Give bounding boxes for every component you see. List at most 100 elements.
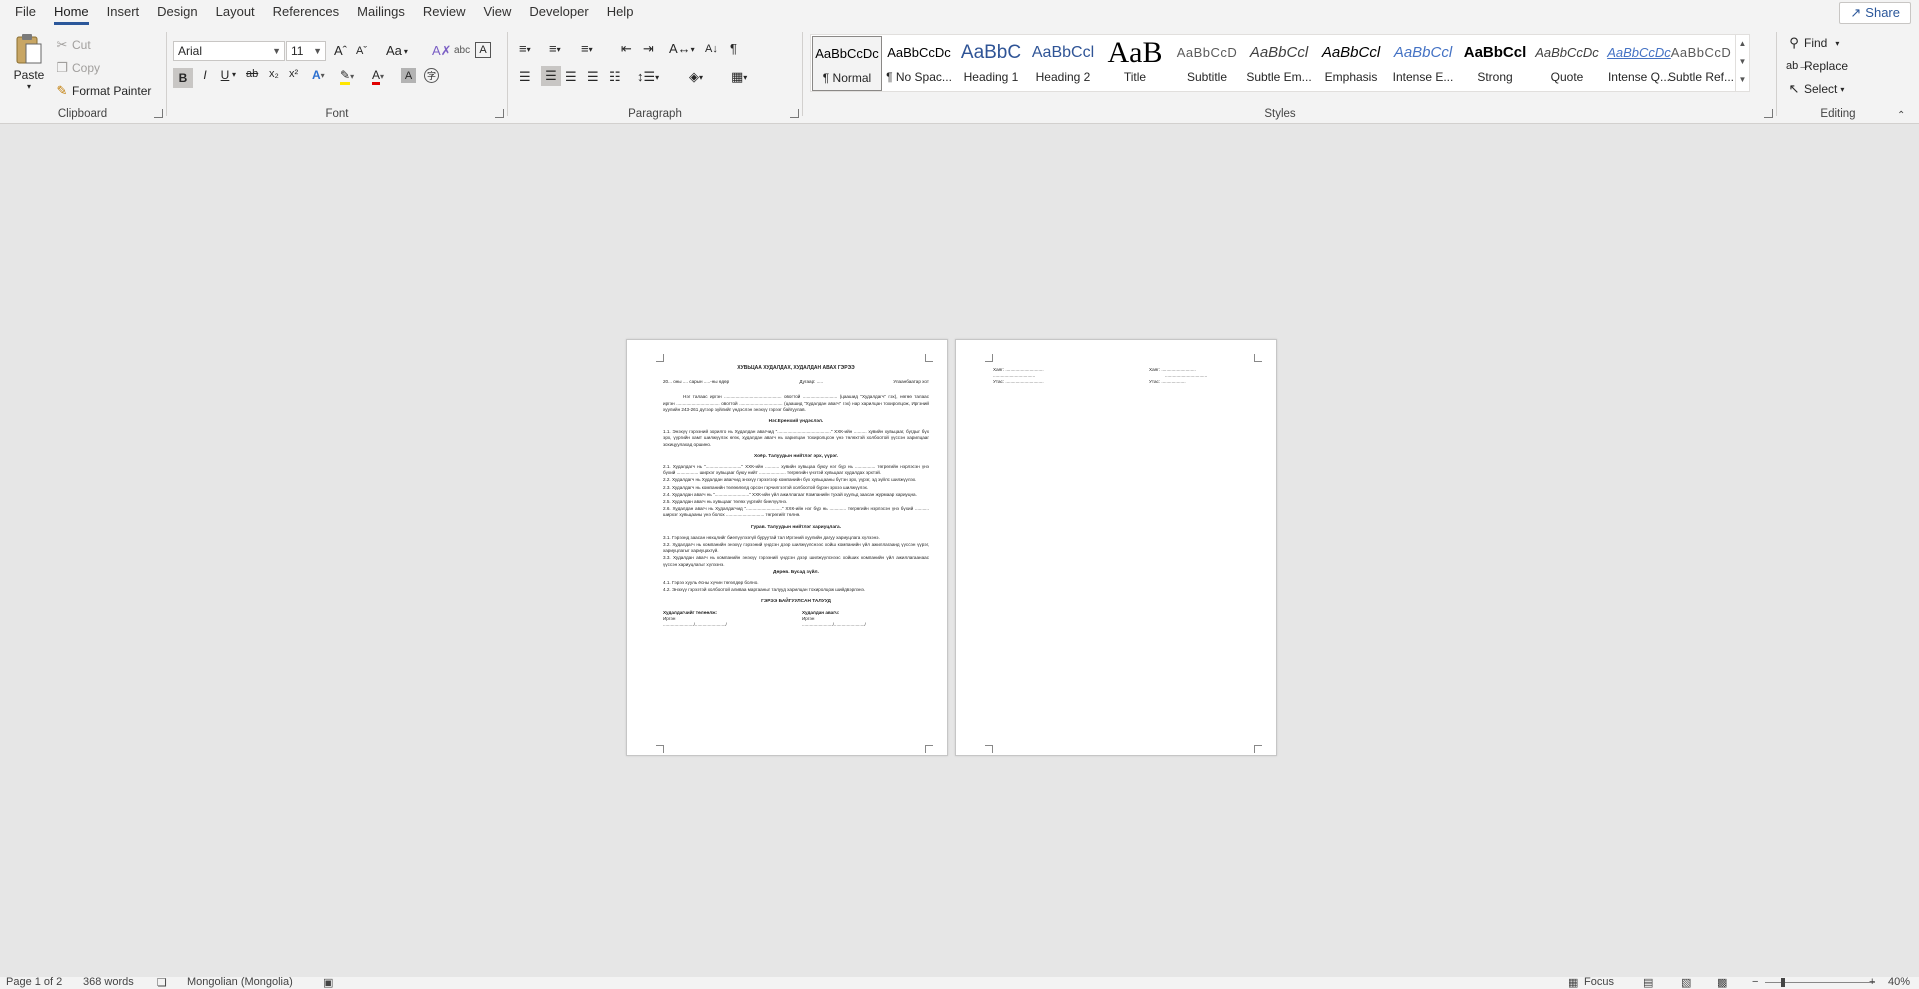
find-label: Find	[1804, 36, 1828, 50]
read-mode-icon[interactable]: ▤	[1643, 976, 1653, 989]
crop-mark	[985, 745, 993, 753]
collapse-ribbon-icon[interactable]: ⌃	[1897, 110, 1905, 121]
style-preview: AaBbCcl	[1031, 44, 1095, 61]
city: Улаанбаатар хот	[893, 379, 929, 385]
intro-paragraph: Нэг талаас иргэн .......................…	[663, 394, 929, 412]
page-1-text: ХУВЬЦАА ХУДАЛДАХ, ХУДАЛДАН АВАХ ГЭРЭЭ 20…	[663, 365, 929, 753]
proofing-icon[interactable]: ❏	[157, 976, 167, 989]
style-name: Emphasis	[1324, 70, 1378, 84]
signature-heading: ГЭРЭЭ БАЙГУУЛСАН ТАЛУУД	[761, 599, 831, 605]
style-name: Intense E...	[1392, 70, 1454, 84]
document-area: ХУВЬЦАА ХУДАЛДАХ, ХУДАЛДАН АВАХ ГЭРЭЭ 20…	[0, 125, 1919, 977]
style-name: Subtle Em...	[1246, 70, 1312, 84]
editing-group-label: Editing	[1820, 108, 1856, 120]
section-heading: Гурав. Талуудын нийтлэг хариуцлага.	[750, 524, 842, 530]
chevron-down-icon: ▾	[1840, 84, 1845, 94]
macro-record-icon[interactable]: ▣	[323, 976, 333, 989]
style-preview: AaBbCcl	[1321, 44, 1381, 61]
style-heading-2[interactable]: AaBbCcl Heading 2	[1028, 36, 1098, 91]
style-name: Subtle Ref...	[1667, 70, 1735, 84]
section-heading: Дөрөв. Бусад зүйл.	[773, 569, 819, 575]
style-name: Subtitle	[1186, 70, 1228, 84]
clause: 3.2. Худалдагч нь компанийн энэхүү гэрээ…	[663, 542, 929, 554]
zoom-level[interactable]: 40%	[1888, 976, 1910, 988]
clause: 4.2. Энэхүү гэрээтэй холбоотой аливаа ма…	[663, 587, 866, 593]
replace-label: Replace	[1804, 59, 1849, 73]
zoom-slider-thumb[interactable]	[1781, 978, 1785, 987]
tab-references[interactable]: References	[264, 0, 348, 26]
style-quote[interactable]: AaBbCcDc Quote	[1532, 36, 1602, 91]
chevron-down-icon[interactable]: ▼	[1736, 53, 1749, 71]
style-subtle-reference[interactable]: AaBbCcD Subtle Ref...	[1666, 36, 1736, 91]
style-intense-quote[interactable]: AaBbCcDc Intense Q...	[1604, 36, 1674, 91]
clause: 3.3. Худалдан авагч нь компанийн энэхүү …	[663, 555, 929, 567]
word-count[interactable]: 368 words	[83, 976, 134, 988]
chevron-up-icon[interactable]: ▲	[1736, 35, 1749, 53]
styles-dialog-launcher[interactable]	[1764, 109, 1773, 118]
cursor-icon: ↖	[1788, 81, 1800, 96]
style-name: Heading 1	[963, 70, 1019, 84]
zoom-out-icon[interactable]: −	[1752, 976, 1758, 988]
select-button[interactable]: ↖ Select ▾	[1786, 80, 1845, 98]
tab-developer[interactable]: Developer	[520, 0, 597, 26]
style-name: Intense Q...	[1607, 70, 1671, 84]
print-layout-icon[interactable]: ▧	[1681, 976, 1691, 989]
tab-help[interactable]: Help	[598, 0, 643, 26]
style-emphasis[interactable]: AaBbCcl Emphasis	[1316, 36, 1386, 91]
tab-mailings[interactable]: Mailings	[348, 0, 414, 26]
tab-file[interactable]: File	[6, 0, 45, 26]
style-subtle-emphasis[interactable]: AaBbCcl Subtle Em...	[1244, 36, 1314, 91]
divider	[1776, 32, 1777, 116]
style-no-spacing[interactable]: AaBbCcDc ¶ No Spac...	[884, 36, 954, 91]
replace-button[interactable]: ab→ Replace	[1786, 57, 1848, 75]
tab-review[interactable]: Review	[414, 0, 475, 26]
zoom-in-icon[interactable]: +	[1869, 976, 1875, 988]
page-2[interactable]: Хаяг: .............................. ...…	[955, 339, 1277, 756]
style-name: Quote	[1550, 70, 1584, 84]
clause: 2.2. Худалдагч нь Худалдан авагчид энэхү…	[663, 477, 917, 483]
crop-mark	[925, 354, 933, 362]
clause: 2.1. Худалдагч нь ".....................…	[663, 464, 929, 476]
page-1[interactable]: ХУВЬЦАА ХУДАЛДАХ, ХУДАЛДАН АВАХ ГЭРЭЭ 20…	[626, 339, 948, 756]
style-name: Strong	[1477, 70, 1513, 84]
style-normal[interactable]: AaBbCcDc ¶ Normal	[812, 36, 882, 91]
clause: 1.1. Энэхүү гэрээний зорилго нь Худалдан…	[663, 429, 929, 447]
style-preview: AaBbCcD	[1670, 45, 1732, 60]
clause: 2.5. Худалдан авагч нь хувьцааг төлөх үү…	[663, 499, 788, 505]
style-heading-1[interactable]: AaBbC Heading 1	[956, 36, 1026, 91]
style-name: ¶ Normal	[822, 71, 872, 85]
clause: 4.1. Гэрээ хууль ёсны хүчин төгөлдөр бол…	[663, 580, 759, 586]
clause: 3.1. Гэрээнд заасан нөхцлийг биелүүлээгү…	[663, 534, 880, 540]
share-label: Share	[1865, 5, 1900, 20]
tab-design[interactable]: Design	[148, 0, 206, 26]
phone-line: Утас: ...................	[1149, 379, 1186, 385]
focus-icon[interactable]: ▦	[1568, 976, 1578, 989]
style-preview: AaBbCcD	[1176, 45, 1238, 60]
style-title[interactable]: AaB Title	[1100, 36, 1170, 91]
tab-view[interactable]: View	[474, 0, 520, 26]
clause: 2.6. Худалдан авагч нь Худалдагчид "....…	[663, 506, 929, 518]
find-button[interactable]: ⚲ Find ▾	[1786, 34, 1839, 52]
style-strong[interactable]: AaBbCcl Strong	[1460, 36, 1530, 91]
menu-bar: File Home Insert Design Layout Reference…	[0, 0, 1919, 26]
page-count[interactable]: Page 1 of 2	[6, 976, 62, 988]
language-indicator[interactable]: Mongolian (Mongolia)	[187, 976, 293, 988]
web-layout-icon[interactable]: ▩	[1717, 976, 1727, 989]
style-name: Title	[1123, 70, 1147, 84]
tab-home[interactable]: Home	[45, 0, 98, 26]
crop-mark	[985, 354, 993, 362]
status-bar: Page 1 of 2 368 words ❏ Mongolian (Mongo…	[0, 976, 1919, 989]
style-preview: AaBbC	[960, 42, 1022, 63]
date: 20... оны .... сарын .....-ны өдөр	[663, 379, 730, 385]
tab-insert[interactable]: Insert	[98, 0, 149, 26]
tab-layout[interactable]: Layout	[207, 0, 264, 26]
style-subtitle[interactable]: AaBbCcD Subtitle	[1172, 36, 1242, 91]
gallery-scrollbar[interactable]: ▲ ▼ ▼	[1735, 35, 1749, 91]
style-name: ¶ No Spac...	[886, 70, 952, 84]
signature-block: Худалдагчийг төлөөлж: Иргэн ............…	[663, 610, 929, 629]
style-intense-emphasis[interactable]: AaBbCcl Intense E...	[1388, 36, 1458, 91]
share-button[interactable]: ↗ Share	[1839, 2, 1911, 24]
focus-button[interactable]: Focus	[1584, 976, 1614, 988]
gallery-more-icon[interactable]: ▼	[1736, 71, 1749, 89]
styles-group-label: Styles	[1264, 108, 1296, 120]
